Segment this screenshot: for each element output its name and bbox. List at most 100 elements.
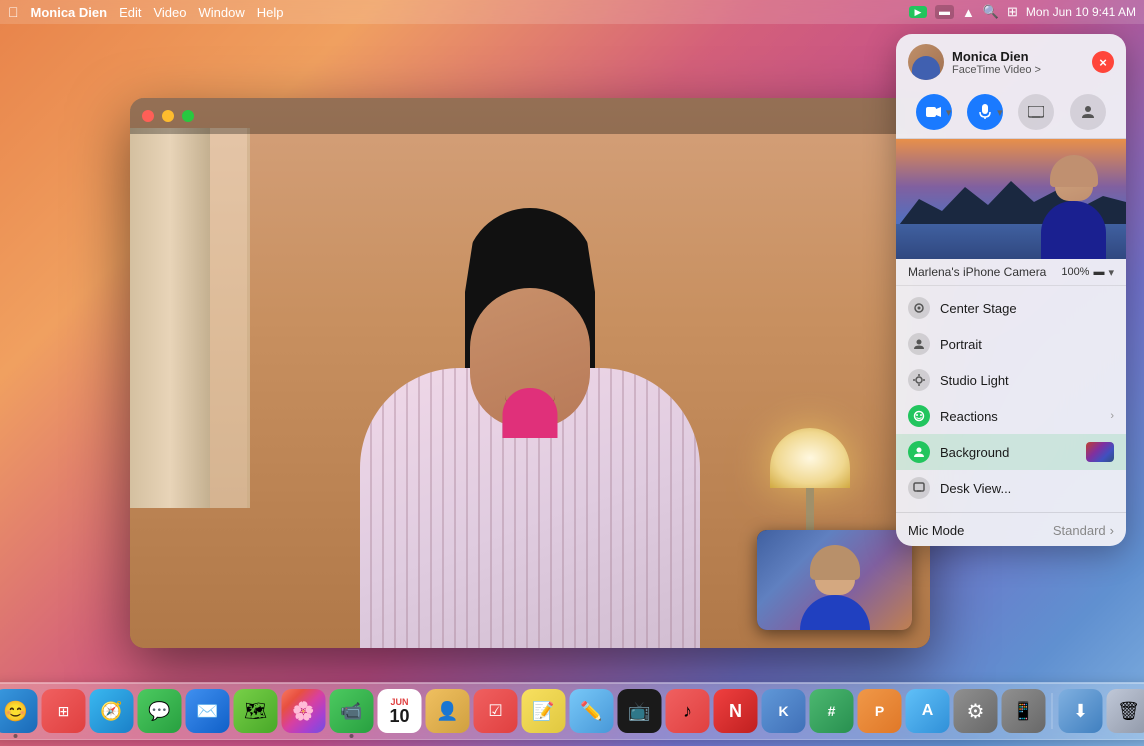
search-icon[interactable]: 🔍 bbox=[983, 4, 999, 20]
dock-settings[interactable]: ⚙ bbox=[954, 689, 998, 733]
dock-photos[interactable]: 🌸 bbox=[282, 689, 326, 733]
expand-icon[interactable]: ▾ bbox=[1108, 266, 1114, 279]
mic-mode-chevron: › bbox=[1110, 523, 1114, 538]
dock-contacts[interactable]: 👤 bbox=[426, 689, 470, 733]
dock-maps[interactable]: 🗺 bbox=[234, 689, 278, 733]
music-icon: ♪ bbox=[683, 701, 692, 722]
dock-appstore[interactable]: A bbox=[906, 689, 950, 733]
dock-messages[interactable]: 💬 bbox=[138, 689, 182, 733]
finder-icon: 😊 bbox=[3, 699, 28, 724]
background-label: Background bbox=[940, 445, 1076, 460]
battery-row: 100% ▬ ▾ bbox=[1061, 266, 1114, 279]
dock-safari[interactable]: 🧭 bbox=[90, 689, 134, 733]
dock-music[interactable]: ♪ bbox=[666, 689, 710, 733]
reactions-icon bbox=[908, 405, 930, 427]
dock-mail[interactable]: ✉️ bbox=[186, 689, 230, 733]
menu-video[interactable]: Video bbox=[153, 5, 186, 20]
panel-header: Monica Dien FaceTime Video > × bbox=[896, 34, 1126, 90]
menu-item-studio-light[interactable]: Studio Light bbox=[896, 362, 1126, 398]
menu-divider bbox=[896, 512, 1126, 513]
dock-news[interactable]: N bbox=[714, 689, 758, 733]
person-button[interactable] bbox=[1070, 94, 1106, 130]
pip-background bbox=[757, 530, 912, 630]
appletv-icon: 📺 bbox=[628, 701, 650, 722]
dock-numbers[interactable]: # bbox=[810, 689, 854, 733]
keynote-icon: K bbox=[778, 703, 788, 719]
camera-label: Marlena's iPhone Camera bbox=[908, 265, 1046, 279]
dock-freeform[interactable]: ✏️ bbox=[570, 689, 614, 733]
menu-item-reactions[interactable]: Reactions › bbox=[896, 398, 1126, 434]
portrait-icon bbox=[908, 333, 930, 355]
dock-launchpad[interactable]: ⊞ bbox=[42, 689, 86, 733]
mic-mode-value: Standard › bbox=[1053, 523, 1114, 538]
iphone-icon: 📱 bbox=[1012, 701, 1034, 722]
menu-item-portrait[interactable]: Portrait bbox=[896, 326, 1126, 362]
pip-video[interactable] bbox=[757, 530, 912, 630]
wifi-icon: ▲ bbox=[962, 5, 975, 20]
panel-close-button[interactable]: × bbox=[1092, 51, 1114, 73]
photos-icon: 🌸 bbox=[292, 701, 314, 722]
trash-icon: 🗑 bbox=[1117, 701, 1140, 722]
background-icon bbox=[908, 441, 930, 463]
video-chevron[interactable]: ▾ bbox=[946, 106, 952, 119]
dock-facetime[interactable]: 📹 bbox=[330, 689, 374, 733]
pip-person-body bbox=[800, 595, 870, 630]
dock-notes[interactable]: 📝 bbox=[522, 689, 566, 733]
menubar-time: Mon Jun 10 9:41 AM bbox=[1026, 5, 1136, 19]
mic-control-group: ▾ bbox=[967, 94, 1003, 130]
menubar:  Monica Dien Edit Video Window Help ▶ ▬… bbox=[0, 0, 1144, 24]
reminders-icon: ☑ bbox=[488, 701, 502, 721]
mic-chevron[interactable]: ▾ bbox=[997, 106, 1003, 119]
menu-item-center-stage[interactable]: Center Stage bbox=[896, 290, 1126, 326]
news-icon: N bbox=[729, 701, 742, 722]
reactions-chevron: › bbox=[1110, 410, 1114, 422]
control-row: ▾ ▾ bbox=[896, 90, 1126, 139]
dock-calendar[interactable]: JUN 10 bbox=[378, 689, 422, 733]
menu-edit[interactable]: Edit bbox=[119, 5, 141, 20]
preview-hair bbox=[1050, 155, 1098, 187]
maps-icon: 🗺 bbox=[244, 701, 267, 722]
mic-mode-label: Mic Mode bbox=[908, 523, 964, 538]
desk-view-icon bbox=[908, 477, 930, 499]
close-button[interactable] bbox=[142, 110, 154, 122]
center-stage-label: Center Stage bbox=[940, 301, 1114, 316]
battery-status: ▬ bbox=[935, 5, 954, 19]
dock-appletv[interactable]: 📺 bbox=[618, 689, 662, 733]
minimize-button[interactable] bbox=[162, 110, 174, 122]
dock: 😊 ⊞ 🧭 💬 ✉️ 🗺 🌸 📹 JUN 10 👤 ☑ 📝 ✏️ 📺 ♪ bbox=[0, 682, 1144, 740]
notes-icon: 📝 bbox=[532, 701, 554, 722]
facetime-dock-icon: 📹 bbox=[340, 701, 362, 722]
mic-mode-row[interactable]: Mic Mode Standard › bbox=[896, 515, 1126, 546]
menu-window[interactable]: Window bbox=[199, 5, 245, 20]
dock-trash[interactable]: 🗑 bbox=[1107, 689, 1144, 733]
dock-finder[interactable]: 😊 bbox=[0, 689, 38, 733]
facetime-window bbox=[130, 98, 930, 648]
calendar-day: 10 bbox=[389, 707, 409, 725]
messages-icon: 💬 bbox=[148, 701, 170, 722]
apple-menu[interactable]:  bbox=[8, 4, 19, 20]
dock-keynote[interactable]: K bbox=[762, 689, 806, 733]
menu-help[interactable]: Help bbox=[257, 5, 284, 20]
reactions-label: Reactions bbox=[940, 409, 1100, 424]
notification-panel: Monica Dien FaceTime Video > × ▾ ▾ bbox=[896, 34, 1126, 546]
dock-iphone[interactable]: 📱 bbox=[1002, 689, 1046, 733]
finder-dot bbox=[14, 734, 18, 738]
menubar-right: ▶ ▬ ▲ 🔍 ⊞ Mon Jun 10 9:41 AM bbox=[909, 4, 1136, 20]
maximize-button[interactable] bbox=[182, 110, 194, 122]
menu-item-background[interactable]: Background bbox=[896, 434, 1126, 470]
preview-head bbox=[1055, 159, 1093, 201]
dock-downloads[interactable]: ⬇ bbox=[1059, 689, 1103, 733]
portrait-label: Portrait bbox=[940, 337, 1114, 352]
control-center-icon[interactable]: ⊞ bbox=[1007, 4, 1018, 20]
dock-reminders[interactable]: ☑ bbox=[474, 689, 518, 733]
preview-person bbox=[1036, 159, 1111, 259]
person-collar bbox=[503, 388, 558, 438]
dock-pages[interactable]: P bbox=[858, 689, 902, 733]
screen-share-button[interactable] bbox=[1018, 94, 1054, 130]
facetime-indicator: ▶ bbox=[909, 6, 927, 18]
launchpad-icon: ⊞ bbox=[58, 703, 70, 720]
menu-item-desk-view[interactable]: Desk View... bbox=[896, 470, 1126, 506]
center-stage-icon bbox=[908, 297, 930, 319]
app-name[interactable]: Monica Dien bbox=[31, 5, 108, 20]
curtain bbox=[130, 128, 210, 508]
